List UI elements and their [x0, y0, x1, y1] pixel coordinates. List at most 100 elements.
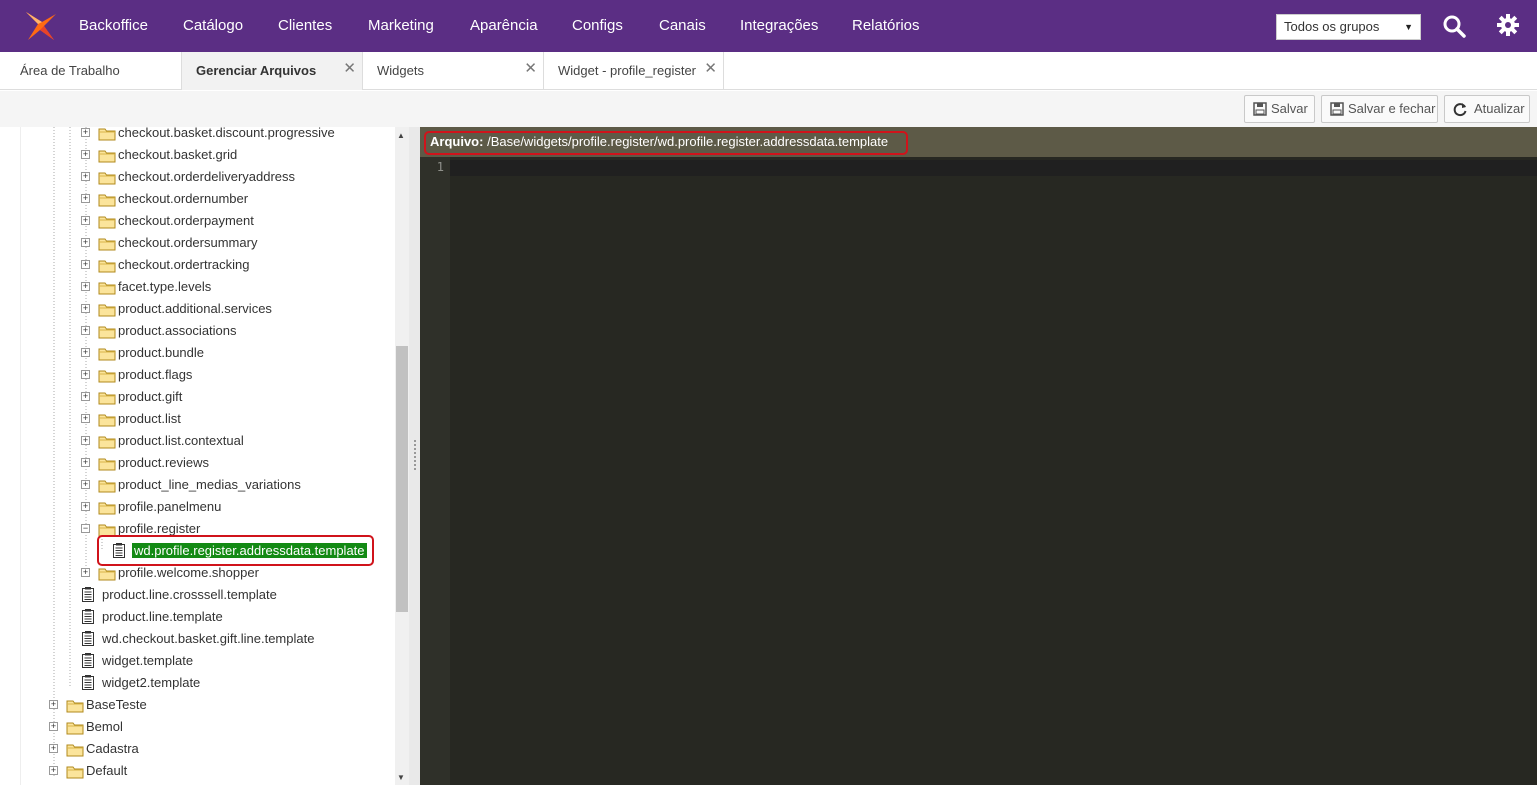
nav-configs[interactable]: Configs: [572, 0, 623, 52]
tree-node-label: product.bundle: [118, 345, 205, 360]
scroll-down-icon[interactable]: ▼: [397, 773, 405, 782]
file-icon: [82, 587, 94, 609]
save-button[interactable]: Salvar: [1244, 95, 1315, 123]
folder-icon: [98, 126, 116, 148]
tree-node-label: product.list: [118, 411, 181, 426]
dropdown-arrow-icon: ▼: [1404, 22, 1413, 32]
group-select[interactable]: Todos os grupos ▼: [1276, 14, 1421, 40]
refresh-button[interactable]: Atualizar: [1444, 95, 1530, 123]
folder-icon: [98, 390, 116, 412]
tree-node-label: product.gift: [118, 389, 183, 404]
tab-widgets[interactable]: Widgets ✕: [363, 52, 544, 90]
expand-toggle-icon[interactable]: +: [81, 414, 90, 423]
tree-node-label: product.list.contextual: [118, 433, 244, 448]
tree-node-label: facet.type.levels: [118, 279, 212, 294]
expand-toggle-icon[interactable]: +: [81, 282, 90, 291]
expand-toggle-icon[interactable]: +: [49, 744, 58, 753]
expand-toggle-icon[interactable]: +: [81, 150, 90, 159]
tab-widget-profile-register[interactable]: Widget - profile_register ✕: [544, 52, 724, 90]
tab-gerenciar-arquivos[interactable]: Gerenciar Arquivos ✕: [182, 52, 363, 90]
tree-node-label: product.flags: [118, 367, 193, 382]
nav-marketing[interactable]: Marketing: [368, 0, 434, 52]
file-icon: [82, 653, 94, 675]
folder-icon: [98, 368, 116, 390]
nav-relatorios[interactable]: Relatórios: [852, 0, 920, 52]
folder-icon: [98, 280, 116, 302]
folder-icon: [98, 258, 116, 280]
tree-node-label: profile.panelmenu: [118, 499, 222, 514]
nav-catalogo[interactable]: Catálogo: [183, 0, 243, 52]
save-close-label: Salvar e fechar: [1348, 101, 1436, 116]
expand-toggle-icon[interactable]: +: [49, 700, 58, 709]
folder-icon: [98, 302, 116, 324]
close-icon[interactable]: ✕: [524, 52, 537, 86]
folder-icon: [98, 324, 116, 346]
expand-toggle-icon[interactable]: +: [81, 370, 90, 379]
line-number: 1: [436, 160, 444, 174]
expand-toggle-icon[interactable]: +: [81, 128, 90, 137]
close-icon[interactable]: ✕: [343, 52, 356, 86]
expand-toggle-icon[interactable]: +: [81, 326, 90, 335]
expand-toggle-icon[interactable]: +: [81, 436, 90, 445]
tree-node-label: checkout.basket.discount.progressive: [118, 125, 335, 140]
nav-clientes[interactable]: Clientes: [278, 0, 332, 52]
tab-label: Widgets: [377, 63, 424, 78]
tree-node-label: BaseTeste: [86, 697, 147, 712]
gear-icon[interactable]: [1496, 13, 1520, 37]
scroll-up-icon[interactable]: ▲: [397, 131, 405, 140]
tree-node-label: Cadastra: [86, 741, 139, 756]
refresh-icon: [1453, 103, 1467, 117]
tree-node-label: Bemol: [86, 719, 123, 734]
tree-node-label: checkout.orderpayment: [118, 213, 254, 228]
expand-toggle-icon[interactable]: +: [81, 502, 90, 511]
folder-icon: [98, 170, 116, 192]
expand-toggle-icon[interactable]: +: [81, 238, 90, 247]
code-editor[interactable]: [450, 157, 1537, 785]
expand-toggle-icon[interactable]: +: [81, 458, 90, 467]
floppy-icon: [1253, 102, 1267, 116]
selected-file-highlight: [97, 535, 374, 566]
expand-toggle-icon[interactable]: +: [81, 568, 90, 577]
folder-icon: [98, 412, 116, 434]
close-icon[interactable]: ✕: [704, 52, 717, 86]
search-icon[interactable]: [1442, 14, 1466, 38]
expand-toggle-icon[interactable]: −: [81, 524, 90, 533]
folder-icon: [66, 720, 84, 742]
logo-icon[interactable]: [24, 10, 58, 42]
expand-toggle-icon[interactable]: +: [81, 480, 90, 489]
top-navigation-bar: Backoffice Catálogo Clientes Marketing A…: [0, 0, 1537, 52]
file-icon: [82, 631, 94, 653]
active-line: [450, 160, 1537, 176]
nav-backoffice[interactable]: Backoffice: [79, 0, 148, 52]
expand-toggle-icon[interactable]: +: [81, 216, 90, 225]
expand-toggle-icon[interactable]: +: [81, 348, 90, 357]
expand-toggle-icon[interactable]: +: [49, 722, 58, 731]
expand-toggle-icon[interactable]: +: [49, 766, 58, 775]
tab-label: Widget - profile_register: [558, 63, 696, 78]
splitter-grip[interactable]: [414, 440, 416, 470]
tree-scrollbar-thumb[interactable]: [396, 346, 408, 612]
refresh-label: Atualizar: [1474, 101, 1525, 116]
nav-aparencia[interactable]: Aparência: [470, 0, 538, 52]
file-icon: [82, 609, 94, 631]
folder-icon: [98, 500, 116, 522]
expand-toggle-icon[interactable]: +: [81, 194, 90, 203]
nav-integracoes[interactable]: Integrações: [740, 0, 818, 52]
save-label: Salvar: [1271, 101, 1308, 116]
folder-icon: [98, 214, 116, 236]
tab-area-de-trabalho[interactable]: Área de Trabalho: [0, 52, 182, 90]
tree-node-label: checkout.ordersummary: [118, 235, 258, 250]
folder-icon: [98, 148, 116, 170]
tree-node-label: checkout.orderdeliveryaddress: [118, 169, 296, 184]
expand-toggle-icon[interactable]: +: [81, 392, 90, 401]
expand-toggle-icon[interactable]: +: [81, 260, 90, 269]
save-and-close-button[interactable]: Salvar e fechar: [1321, 95, 1438, 123]
folder-icon: [66, 698, 84, 720]
tree-node-label: product.reviews: [118, 455, 210, 470]
tree-node-label: product_line_medias_variations: [118, 477, 301, 492]
expand-toggle-icon[interactable]: +: [81, 304, 90, 313]
folder-icon: [98, 434, 116, 456]
expand-toggle-icon[interactable]: +: [81, 172, 90, 181]
nav-canais[interactable]: Canais: [659, 0, 706, 52]
tree-node-label: widget.template: [102, 653, 194, 668]
